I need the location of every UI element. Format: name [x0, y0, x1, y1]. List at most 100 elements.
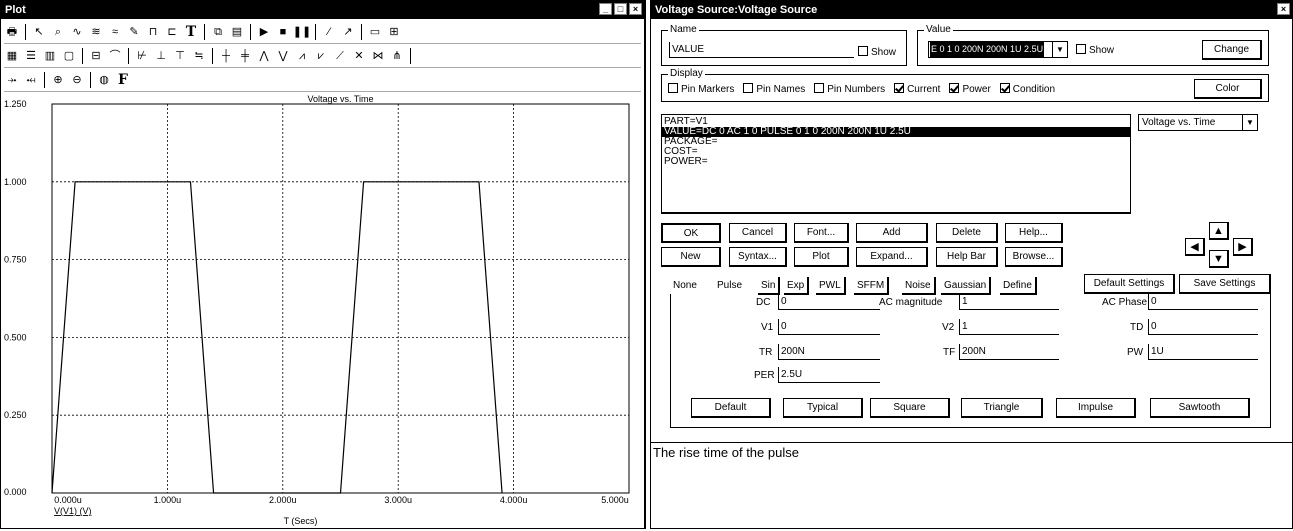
sawtooth-preset-button[interactable]: Sawtooth [1150, 398, 1250, 418]
color-button[interactable]: Color [1194, 79, 1262, 99]
display-pin-markers-checkbox[interactable]: Pin Markers [668, 83, 734, 95]
display-pin-names-checkbox[interactable]: Pin Names [743, 83, 805, 95]
v2-field[interactable]: 1 [959, 319, 1059, 335]
save-settings-button[interactable]: Save Settings [1179, 274, 1271, 294]
chevron-down-icon[interactable]: ▼ [1052, 42, 1067, 57]
toolbar-play-button[interactable]: ▶ [256, 24, 272, 40]
cursor-d-icon[interactable]: ≒ [191, 48, 207, 64]
display-condition-checkbox[interactable]: Condition [999, 83, 1055, 95]
pw-field[interactable]: 1U [1148, 344, 1258, 360]
triangle-preset-button[interactable]: Triangle [961, 398, 1043, 418]
tab-sffm[interactable]: SFFM [854, 277, 890, 295]
table-icon[interactable]: ▤ [229, 24, 245, 40]
checkbox-box[interactable] [949, 83, 960, 93]
annotate-icon[interactable]: ✎ [126, 24, 142, 40]
arrow-down-icon[interactable]: ▼ [1209, 250, 1229, 268]
expand-button[interactable]: Expand... [856, 247, 928, 267]
axis-x-icon[interactable]: ⤞ [4, 72, 20, 88]
name-show-checkbox[interactable]: Show [858, 46, 896, 58]
toolbar-font-tool-button[interactable]: F [115, 72, 131, 88]
zoom-out-icon[interactable]: ⊖ [69, 72, 85, 88]
display-current-checkbox[interactable]: Current [894, 83, 940, 95]
valley-icon[interactable]: ⋁ [275, 48, 291, 64]
hline-icon[interactable]: ⊟ [88, 48, 104, 64]
browse-button[interactable]: Browse... [1005, 247, 1063, 267]
value-show-checkbox[interactable]: Show [1076, 44, 1114, 56]
default-preset-button[interactable]: Default [691, 398, 771, 418]
tab-none[interactable]: None [670, 277, 700, 295]
checkbox-box[interactable] [894, 83, 905, 93]
grid-none-icon[interactable]: ▢ [61, 48, 77, 64]
voltage-chart[interactable]: Voltage vs. Time 0.000u 1.000u 2.000u 3.000u… [1, 94, 644, 528]
grid-icon[interactable]: ⊞ [386, 24, 402, 40]
attribute-item[interactable]: COST= [662, 147, 1130, 157]
zoom-in-icon[interactable]: ⊕ [50, 72, 66, 88]
cursor-a-icon[interactable]: ⊬ [134, 48, 150, 64]
connector-icon[interactable]: ⊏ [164, 24, 180, 40]
attribute-item[interactable]: VALUE=DC 0 AC 1 0 PULSE 0 1 0 200N 200N … [662, 127, 1130, 137]
marker-1-icon[interactable]: ┼ [218, 48, 234, 64]
value-show-box[interactable] [1076, 44, 1086, 54]
cursor-c-icon[interactable]: ⊤ [172, 48, 188, 64]
plot-select[interactable]: Voltage vs. Time ▼ [1138, 114, 1258, 131]
tab-sin[interactable]: Sin [758, 277, 781, 295]
toolbar-stop-button[interactable]: ■ [275, 24, 291, 40]
v1-field[interactable]: 0 [778, 319, 880, 335]
help-button[interactable]: Help... [1005, 223, 1063, 243]
dialog-close-button[interactable]: × [1277, 3, 1290, 15]
maximize-button[interactable]: □ [614, 3, 627, 15]
delete-button[interactable]: Delete [936, 223, 998, 243]
curve-tool-icon[interactable]: ∿ [69, 24, 85, 40]
frame-icon[interactable]: ▭ [367, 24, 383, 40]
display-power-checkbox[interactable]: Power [949, 83, 991, 95]
default-settings-button[interactable]: Default Settings [1084, 274, 1175, 294]
typical-preset-button[interactable]: Typical [783, 398, 863, 418]
checkbox-box[interactable] [999, 83, 1010, 93]
ac-phase-field[interactable]: 0 [1148, 294, 1258, 310]
impulse-preset-button[interactable]: Impulse [1056, 398, 1136, 418]
toolbar-pause-button[interactable]: ❚❚ [293, 24, 311, 40]
td-field[interactable]: 0 [1148, 319, 1258, 335]
arrow-select-icon[interactable]: ↖ [31, 24, 47, 40]
tr-field[interactable]: 200N [778, 344, 880, 360]
font-button[interactable]: Font... [794, 223, 849, 243]
curve-icon[interactable]: ⌒ [107, 48, 123, 64]
tab-exp[interactable]: Exp [784, 277, 810, 295]
grid-dots-icon[interactable]: ▥ [42, 48, 58, 64]
value-dropdown[interactable]: E 0 1 0 200N 200N 1U 2.5U ▼ [928, 41, 1068, 58]
peak-icon[interactable]: ⋀ [256, 48, 272, 64]
square-preset-button[interactable]: Square [870, 398, 950, 418]
component-icon[interactable]: ⊓ [145, 24, 161, 40]
cancel-button[interactable]: Cancel [729, 223, 787, 243]
arrow-left-icon[interactable]: ◀ [1185, 238, 1205, 256]
copy-plot-icon[interactable]: ⧉ [210, 24, 226, 40]
tab-define[interactable]: Define [1000, 277, 1037, 295]
plot-window-titlebar[interactable]: Plot _ □ × [1, 1, 644, 19]
slope-icon[interactable]: ⟋ [332, 48, 348, 64]
marker-2-icon[interactable]: ╪ [237, 48, 253, 64]
attribute-list[interactable]: PART=V1 VALUE=DC 0 AC 1 0 PULSE 0 1 0 200… [661, 114, 1131, 214]
name-show-box[interactable] [858, 46, 868, 56]
fall-icon[interactable]: ⩗ [313, 48, 329, 64]
grid-solid-icon[interactable]: ▦ [4, 48, 20, 64]
checkbox-box[interactable] [814, 83, 825, 93]
new-button[interactable]: New [661, 247, 721, 267]
name-field[interactable]: VALUE [669, 42, 854, 58]
display-pin-numbers-checkbox[interactable]: Pin Numbers [814, 83, 885, 95]
dialog-titlebar[interactable]: Voltage Source:Voltage Source × [651, 1, 1292, 19]
attribute-item[interactable]: POWER= [662, 157, 1130, 167]
waveform-icon[interactable]: ≋ [88, 24, 104, 40]
arrow-right-icon[interactable]: ▶ [1233, 238, 1253, 256]
tab-gaussian[interactable]: Gaussian [941, 277, 992, 295]
checkbox-box[interactable] [743, 83, 754, 93]
syntax-button[interactable]: Syntax... [729, 247, 787, 267]
arrow-up-icon[interactable]: ▲ [1209, 222, 1229, 240]
help-bar-button[interactable]: Help Bar [936, 247, 998, 267]
close-button[interactable]: × [629, 3, 642, 15]
ok-button[interactable]: OK [661, 223, 721, 243]
rise-icon[interactable]: ⩘ [294, 48, 310, 64]
measure-line-icon[interactable]: ↗ [340, 24, 356, 40]
grid-lines-icon[interactable]: ☰ [23, 48, 39, 64]
cross-icon[interactable]: ✕ [351, 48, 367, 64]
wave-alt-icon[interactable]: ≈ [107, 24, 123, 40]
